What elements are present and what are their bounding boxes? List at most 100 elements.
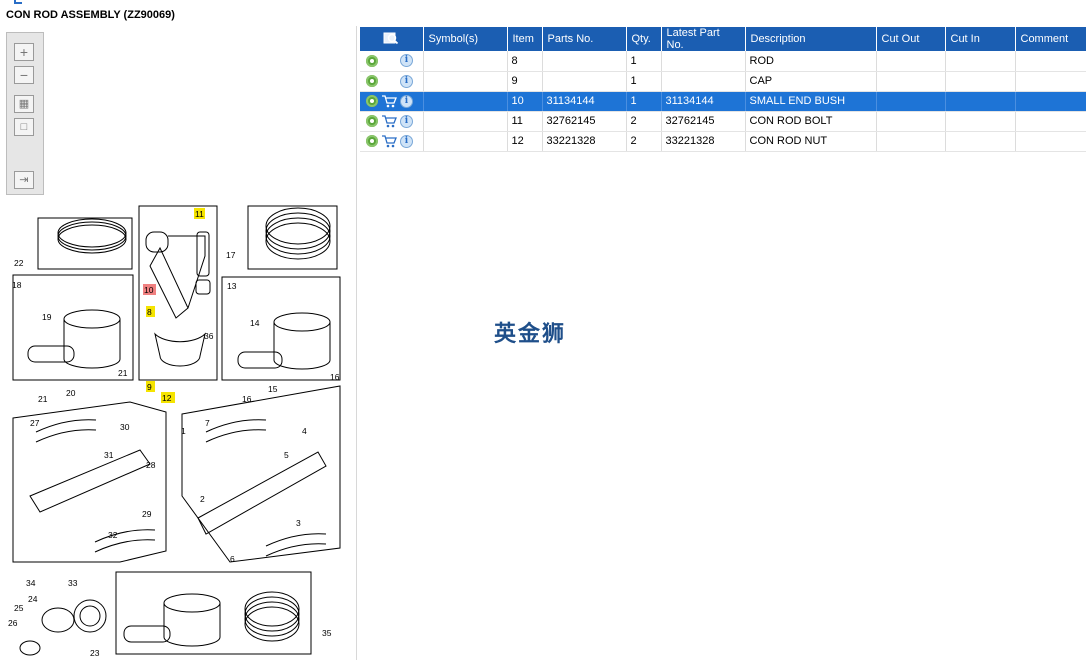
info-icon[interactable]: i	[400, 74, 413, 88]
shopping-cart-icon[interactable]	[381, 94, 397, 108]
callout-26: 26	[8, 618, 18, 628]
row-actions: i	[360, 51, 424, 72]
info-icon[interactable]: i	[400, 134, 413, 148]
row-actions: i	[360, 111, 424, 132]
latest-part-no-cell: 32762145	[661, 111, 746, 132]
latest-part-no-cell	[661, 51, 746, 72]
table-row[interactable]: i 8 1 ROD	[360, 51, 1086, 72]
callout-31: 31	[104, 450, 114, 460]
settings-gear-icon[interactable]	[366, 95, 378, 107]
item-cell: 11	[507, 111, 543, 132]
item-cell: 8	[507, 51, 543, 72]
shopping-cart-icon[interactable]	[381, 114, 397, 128]
callout-8: 8	[147, 307, 152, 317]
callout-17: 17	[226, 250, 236, 260]
parts-no-cell: 33221328	[542, 131, 627, 152]
symbols-cell	[423, 91, 508, 112]
column-header-comment[interactable]: Comment	[1015, 27, 1086, 51]
column-header-cut-out[interactable]: Cut Out	[876, 27, 946, 51]
description-cell: ROD	[745, 51, 877, 72]
info-icon[interactable]: i	[400, 114, 413, 128]
shopping-cart-icon[interactable]	[381, 134, 397, 148]
callout-21: 21	[118, 368, 128, 378]
callout-35: 35	[322, 628, 332, 638]
callout-12: 12	[162, 393, 172, 403]
symbols-cell	[423, 131, 508, 152]
qty-cell: 2	[626, 131, 662, 152]
cut-in-cell	[945, 51, 1016, 72]
zoom-out-icon[interactable]: −	[14, 66, 34, 84]
column-header-qty[interactable]: Qty.	[626, 27, 662, 51]
callout-5: 5	[284, 450, 289, 460]
table-row[interactable]: i 9 1 CAP	[360, 71, 1086, 92]
callout-14: 14	[250, 318, 260, 328]
callout-22: 22	[14, 258, 24, 268]
cut-in-cell	[945, 111, 1016, 132]
callout-29: 29	[142, 509, 152, 519]
item-cell: 12	[507, 131, 543, 152]
callout-3: 3	[296, 518, 301, 528]
cut-out-cell	[876, 131, 946, 152]
callout-11: 11	[195, 209, 204, 219]
callout-19: 19	[42, 312, 52, 322]
info-icon[interactable]: i	[400, 54, 413, 68]
watermark: 英金狮	[494, 322, 567, 347]
callout-13: 13	[227, 281, 237, 291]
info-icon[interactable]: i	[400, 94, 413, 108]
column-header-latest-part-no[interactable]: Latest Part No.	[661, 27, 746, 51]
table-row[interactable]: i 11 32762145 2 32762145 CON ROD BOLT	[360, 111, 1086, 132]
row-actions: i	[360, 71, 424, 92]
column-header-tools[interactable]	[360, 27, 424, 51]
comment-cell	[1015, 111, 1086, 132]
symbols-cell	[423, 71, 508, 92]
callout-20: 20	[66, 388, 76, 398]
item-cell: 9	[507, 71, 543, 92]
top-strip	[0, 0, 1086, 6]
find-in-diagram-icon[interactable]	[383, 31, 399, 45]
column-header-description[interactable]: Description	[745, 27, 877, 51]
settings-gear-icon[interactable]	[366, 115, 378, 127]
row-actions: i	[360, 91, 424, 112]
cut-in-cell	[945, 71, 1016, 92]
settings-gear-icon[interactable]	[366, 135, 378, 147]
settings-gear-icon[interactable]	[366, 54, 378, 67]
column-header-cut-in[interactable]: Cut In	[945, 27, 1016, 51]
comment-cell	[1015, 91, 1086, 112]
callout-25: 25	[14, 603, 24, 613]
callout-7: 7	[205, 418, 210, 428]
parts-no-cell: 31134144	[542, 91, 627, 112]
cut-out-cell	[876, 51, 946, 72]
callout-24: 24	[28, 594, 38, 604]
callout-36: 36	[204, 331, 214, 341]
comment-cell	[1015, 51, 1086, 72]
column-header-parts-no[interactable]: Parts No.	[542, 27, 627, 51]
page-title: CON ROD ASSEMBLY (ZZ90069)	[6, 9, 175, 21]
actual-size-icon[interactable]: □	[14, 118, 34, 136]
parts-no-cell	[542, 71, 627, 92]
callout-28: 28	[146, 460, 156, 470]
latest-part-no-cell: 33221328	[661, 131, 746, 152]
cut-out-cell	[876, 91, 946, 112]
table-row[interactable]: i 10 31134144 1 31134144 SMALL END BUSH	[360, 91, 1086, 112]
callout-2: 2	[200, 494, 205, 504]
callout-32: 32	[108, 530, 118, 540]
description-cell: CAP	[745, 71, 877, 92]
settings-gear-icon[interactable]	[366, 75, 378, 87]
column-header-item[interactable]: Item	[507, 27, 543, 51]
callout-27: 27	[30, 418, 40, 428]
export-icon[interactable]: ⇥	[14, 171, 34, 189]
callout-9: 9	[147, 382, 152, 392]
comment-cell	[1015, 71, 1086, 92]
exploded-parts-diagram[interactable]: 22 18 19 21 20 21 11 10 8 36 9 12 7 17 1…	[0, 196, 357, 660]
view-toolbox: + − ▦ □ ⇥	[6, 32, 44, 195]
parts-table: Symbol(s) Item Parts No. Qty. Latest Par…	[360, 27, 1086, 152]
callout-33: 33	[68, 578, 78, 588]
description-cell: SMALL END BUSH	[745, 91, 877, 112]
diagram-pane[interactable]: + − ▦ □ ⇥ 22 18 19 21 20 21 11 10 8 36 9…	[0, 26, 357, 660]
fit-all-icon[interactable]: ▦	[14, 95, 34, 113]
callout-21b: 21	[38, 394, 48, 404]
table-row[interactable]: i 12 33221328 2 33221328 CON ROD NUT	[360, 131, 1086, 152]
column-header-symbols[interactable]: Symbol(s)	[423, 27, 508, 51]
zoom-in-icon[interactable]: +	[14, 43, 34, 61]
qty-cell: 2	[626, 111, 662, 132]
